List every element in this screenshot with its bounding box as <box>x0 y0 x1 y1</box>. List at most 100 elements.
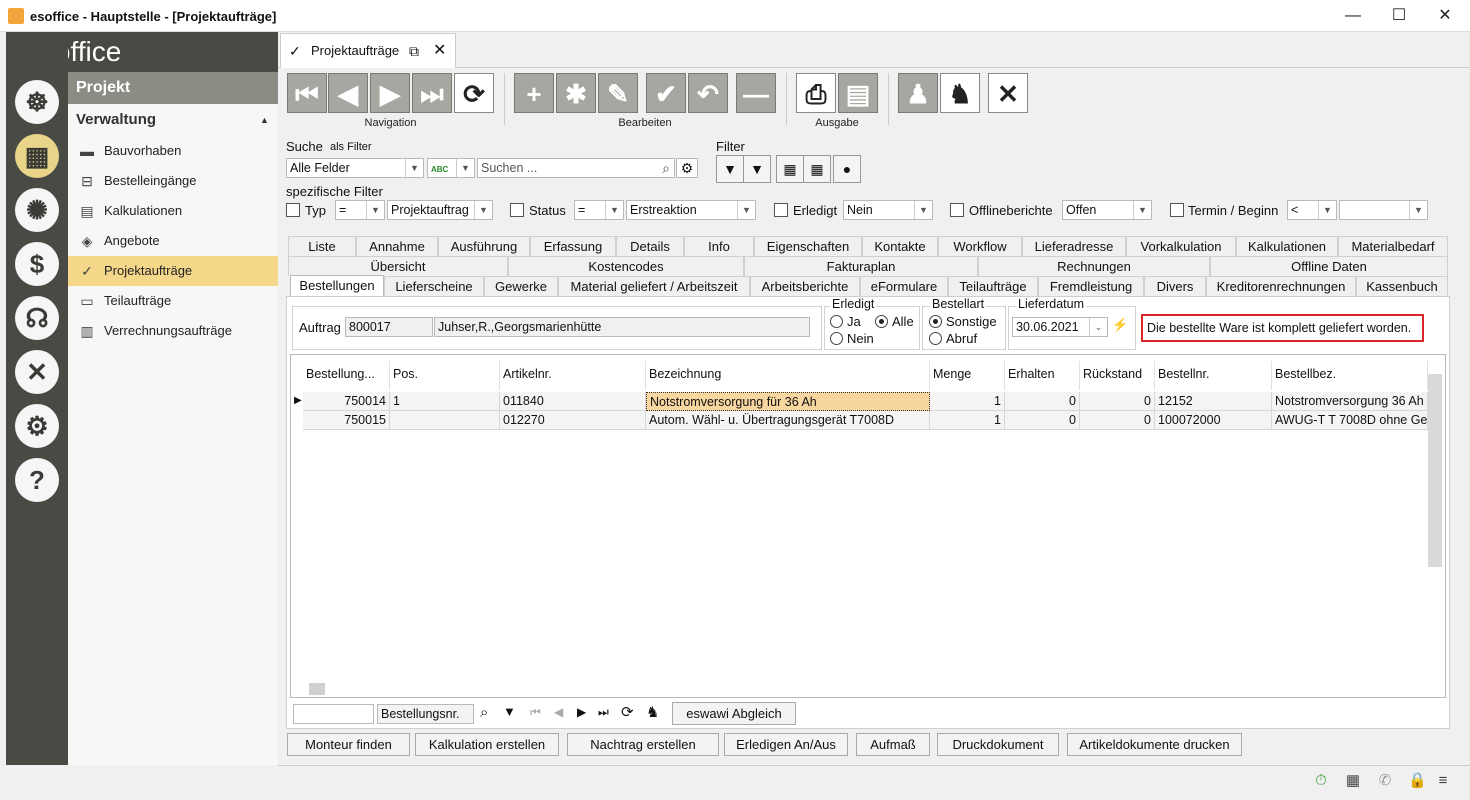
table-row[interactable]: 750014 <box>303 392 390 411</box>
user-filter-icon[interactable]: ● <box>833 155 861 183</box>
table-row[interactable]: Notstromversorgung 36 Ah <box>1272 392 1428 411</box>
tab-fakturaplan[interactable]: Fakturaplan <box>744 256 978 276</box>
table-row[interactable]: 0 <box>1005 411 1080 430</box>
grid-search-field[interactable]: Bestellungsnr. <box>377 704 474 724</box>
tools-icon[interactable]: ✕ <box>15 350 59 394</box>
table-row[interactable]: 0 <box>1005 392 1080 411</box>
col-bestellung[interactable]: Bestellung... <box>303 361 390 390</box>
table-row[interactable]: 750015 <box>303 411 390 430</box>
col-bezeichnung[interactable]: Bezeichnung <box>646 361 930 390</box>
filter-org-icon[interactable]: ▦ <box>776 155 804 183</box>
table-row[interactable]: 1 <box>390 392 500 411</box>
filter-icon[interactable]: ▼ <box>503 704 516 719</box>
tab-materialbedarf[interactable]: Materialbedarf <box>1338 236 1448 256</box>
col-erhalten[interactable]: Erhalten <box>1005 361 1080 390</box>
last-icon[interactable]: ⏭ <box>598 705 609 720</box>
filter-icon[interactable]: ▼ <box>716 155 744 183</box>
clear-filter-icon[interactable]: ⚡ <box>1112 317 1128 333</box>
doc-tab-projektauftraege[interactable]: ✓ Projektaufträge ⧉ ✕ <box>280 33 456 68</box>
tab-eigenschaften[interactable]: Eigenschaften <box>754 236 862 256</box>
tab-liste[interactable]: Liste <box>288 236 356 256</box>
tab-arbeitsberichte[interactable]: Arbeitsberichte <box>750 276 860 296</box>
tab-divers[interactable]: Divers <box>1144 276 1206 296</box>
tab-fremdleistung[interactable]: Fremdleistung <box>1038 276 1144 296</box>
nav-item-angebote[interactable]: ◈ Angebote <box>68 226 278 256</box>
table-row[interactable]: 12152 <box>1155 392 1272 411</box>
table-row[interactable]: Autom. Wähl- u. Übertragungsgerät T7008D <box>646 411 930 430</box>
steering-wheel-icon[interactable]: ☸ <box>15 80 59 124</box>
tab-workflow[interactable]: Workflow <box>938 236 1022 256</box>
table-row[interactable]: 0 <box>1080 392 1155 411</box>
offline-select[interactable]: Offen ▼ <box>1062 200 1152 220</box>
tab-details[interactable]: Details <box>616 236 684 256</box>
alarm-light-icon[interactable]: ✺ <box>15 188 59 232</box>
termin-checkbox[interactable] <box>1170 203 1184 217</box>
table-row[interactable]: 1 <box>930 411 1005 430</box>
table-row[interactable] <box>390 411 500 430</box>
filter-edit-icon[interactable]: ▼ <box>743 155 771 183</box>
maximize-button[interactable]: ☐ <box>1376 0 1422 32</box>
bestellart-abruf-radio[interactable] <box>929 332 942 345</box>
search-icon[interactable]: ⌕ <box>480 704 488 721</box>
nav-item-teilauftraege[interactable]: ▭ Teilaufträge <box>68 286 278 316</box>
erledigt-checkbox[interactable] <box>774 203 788 217</box>
nav-section-verwaltung[interactable]: Verwaltung ▲ <box>68 104 278 136</box>
close-button[interactable]: ✕ <box>1422 0 1468 32</box>
next-record-button[interactable]: ▶ <box>370 73 410 113</box>
as-filter-label[interactable]: als Filter <box>330 141 372 153</box>
nachtrag-erstellen-button[interactable]: Nachtrag erstellen <box>567 733 719 756</box>
table-row[interactable]: 011840 <box>500 392 646 411</box>
typ-checkbox[interactable] <box>286 203 300 217</box>
col-bestellnr[interactable]: Bestellnr. <box>1155 361 1272 390</box>
help-icon[interactable]: ? <box>15 458 59 502</box>
tab-vorkalkulation[interactable]: Vorkalkulation <box>1126 236 1236 256</box>
prev-icon[interactable]: ◀ <box>554 705 563 719</box>
table-row[interactable]: 0 <box>1080 411 1155 430</box>
tab-ausfuehrung[interactable]: Ausführung <box>438 236 530 256</box>
tab-annahme[interactable]: Annahme <box>356 236 438 256</box>
undo-button[interactable]: ↶ <box>688 73 728 113</box>
tab-eformulare[interactable]: eFormulare <box>860 276 948 296</box>
run-icon[interactable]: ♞ <box>646 703 659 721</box>
erledigt-select[interactable]: Nein ▼ <box>843 200 933 220</box>
phone-icon[interactable]: ✆ <box>1376 772 1394 790</box>
termin-operator-select[interactable]: < ▼ <box>1287 200 1337 220</box>
kalkulation-erstellen-button[interactable]: Kalkulation erstellen <box>415 733 559 756</box>
erledigt-ja-radio[interactable] <box>830 315 843 328</box>
run-icon-button[interactable]: ♞ <box>940 73 980 113</box>
delete-button[interactable]: — <box>736 73 776 113</box>
tab-uebersicht[interactable]: Übersicht <box>288 256 508 276</box>
cancel-button[interactable]: ✕ <box>988 73 1028 113</box>
tab-erfassung[interactable]: Erfassung <box>530 236 616 256</box>
tab-kalkulationen[interactable]: Kalkulationen <box>1236 236 1338 256</box>
refresh-button[interactable]: ⟳ <box>454 73 494 113</box>
table-row[interactable]: 012270 <box>500 411 646 430</box>
tab-lieferscheine[interactable]: Lieferscheine <box>384 276 484 296</box>
tab-lieferadresse[interactable]: Lieferadresse <box>1022 236 1126 256</box>
status-checkbox[interactable] <box>510 203 524 217</box>
tab-offline-daten[interactable]: Offline Daten <box>1210 256 1448 276</box>
col-menge[interactable]: Menge <box>930 361 1005 390</box>
bestellart-sonstige-radio[interactable] <box>929 315 942 328</box>
database-icon[interactable]: ≡ <box>1434 772 1452 790</box>
tab-kostencodes[interactable]: Kostencodes <box>508 256 744 276</box>
prev-record-button[interactable]: ◀ <box>328 73 368 113</box>
headset-icon[interactable]: ☊ <box>15 296 59 340</box>
termin-value-select[interactable]: ▼ <box>1339 200 1428 220</box>
nav-item-verrechnungsauftraege[interactable]: ▥ Verrechnungsaufträge <box>68 316 278 346</box>
timer-icon[interactable]: ⏱ <box>1312 772 1330 790</box>
nav-item-projektauftraege[interactable]: ✓ Projektaufträge <box>68 256 278 286</box>
building-icon[interactable]: ▦ <box>1344 772 1362 790</box>
status-value-select[interactable]: Erstreaktion ▼ <box>626 200 756 220</box>
last-record-button[interactable]: ⏭ <box>412 73 452 113</box>
add-button[interactable]: + <box>514 73 554 113</box>
blueprint-icon[interactable]: ▦ <box>15 134 59 178</box>
money-icon[interactable]: $ <box>15 242 59 286</box>
grid-search-input[interactable] <box>293 704 374 724</box>
tab-gewerke[interactable]: Gewerke <box>484 276 558 296</box>
erledigt-nein-radio[interactable] <box>830 332 843 345</box>
edit-button[interactable]: ✎ <box>598 73 638 113</box>
tab-material-geliefert[interactable]: Material geliefert / Arbeitszeit <box>558 276 750 296</box>
table-row[interactable]: 1 <box>930 392 1005 411</box>
table-row[interactable]: 100072000 <box>1155 411 1272 430</box>
